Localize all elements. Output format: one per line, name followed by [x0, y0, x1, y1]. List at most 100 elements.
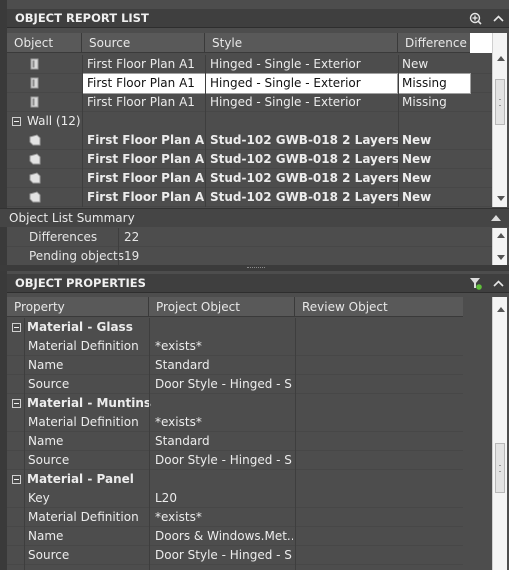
- collapse-toggle-icon[interactable]: [12, 475, 21, 484]
- property-group-row[interactable]: Material - Muntins: [7, 394, 463, 413]
- collapse-panel-icon[interactable]: [492, 12, 505, 25]
- object-properties-panel: OBJECT PROPERTIES Property Project Objec…: [0, 271, 509, 570]
- property-row[interactable]: Material Definition *exists*: [7, 337, 463, 356]
- properties-body: Material - Glass Material Definition *exis…: [7, 318, 463, 570]
- property-row[interactable]: Name Standard: [7, 432, 463, 451]
- property-name: Key: [28, 491, 50, 505]
- property-name: Material Definition: [28, 510, 139, 524]
- report-list-scrollbar[interactable]: [492, 33, 507, 207]
- header-corner: [470, 33, 492, 53]
- summary-row: Pending objects 19: [7, 247, 492, 266]
- project-object-value: L20: [155, 491, 177, 505]
- property-group-row[interactable]: Material - Glass: [7, 318, 463, 337]
- property-row[interactable]: Name Standard: [7, 356, 463, 375]
- project-object-value: Standard: [155, 358, 210, 372]
- project-object-value: *exists*: [155, 339, 202, 353]
- project-object-value: Door Style - Hinged - Si...: [155, 548, 293, 562]
- wall-group-label: Wall (12): [27, 114, 81, 128]
- property-name: Source: [28, 453, 70, 467]
- collapse-toggle-icon[interactable]: [12, 323, 21, 332]
- filter-icon[interactable]: [469, 277, 482, 290]
- row-difference: Missing: [402, 95, 447, 109]
- review-object-value: [297, 527, 463, 546]
- column-divider: [24, 318, 25, 570]
- column-project-object[interactable]: Project Object: [149, 297, 295, 317]
- column-difference[interactable]: Difference: [398, 33, 470, 53]
- table-row[interactable]: First Floor Plan A1 Hinged - Single - Ex…: [7, 55, 492, 74]
- property-name: Source: [28, 548, 70, 562]
- row-difference: New: [402, 133, 432, 147]
- chevron-up-icon[interactable]: [491, 215, 501, 221]
- properties-header: OBJECT PROPERTIES: [7, 274, 509, 293]
- table-row[interactable]: First Floor Plan A1 Stud-102 GWB-018 2 L…: [7, 188, 492, 207]
- scroll-up-arrow-icon[interactable]: [493, 52, 507, 66]
- summary-key: Pending objects: [29, 249, 125, 263]
- wall-icon: [29, 153, 41, 165]
- project-object-value: Door Style - Hinged - Si...: [155, 453, 293, 467]
- column-property[interactable]: Property: [7, 297, 149, 317]
- property-group-label: Material - Panel: [27, 472, 134, 486]
- scrollbar-thumb[interactable]: [495, 79, 505, 125]
- review-object-value: [297, 413, 463, 432]
- collapse-panel-icon[interactable]: [492, 277, 505, 290]
- collapse-toggle-icon[interactable]: [12, 117, 21, 126]
- collapse-toggle-icon[interactable]: [12, 399, 21, 408]
- summary-value: 22: [124, 230, 140, 244]
- properties-scrollbar[interactable]: [492, 297, 507, 570]
- property-row[interactable]: Material Definition *exists*: [7, 508, 463, 527]
- property-row[interactable]: Source Door Style - Hinged - Si...: [7, 451, 463, 470]
- row-source: First Floor Plan A1: [87, 57, 195, 71]
- row-source: First Floor Plan A1: [87, 152, 205, 166]
- property-row[interactable]: Material Definition *exists*: [7, 413, 463, 432]
- review-object-value: [297, 356, 463, 375]
- column-divider: [149, 318, 150, 570]
- wall-icon: [29, 191, 41, 203]
- summary-scrollbar[interactable]: [492, 228, 507, 265]
- scrollbar-thumb[interactable]: [495, 443, 505, 493]
- table-row-selected[interactable]: First Floor Plan A1 Hinged - Single - Ex…: [7, 73, 492, 94]
- property-name: Source: [28, 377, 70, 391]
- scroll-up-arrow-icon[interactable]: [493, 229, 507, 243]
- table-row[interactable]: First Floor Plan A1 Stud-102 GWB-018 2 L…: [7, 169, 492, 188]
- row-source: First Floor Plan A1: [87, 171, 205, 185]
- row-difference: New: [402, 171, 432, 185]
- column-divider: [398, 55, 399, 207]
- table-row[interactable]: First Floor Plan A1 Hinged - Single - Ex…: [7, 93, 492, 112]
- property-name: Name: [28, 434, 64, 448]
- property-name: Name: [28, 529, 64, 543]
- property-group-row[interactable]: Material - Panel: [7, 470, 463, 489]
- property-row[interactable]: Key L20: [7, 489, 463, 508]
- property-row[interactable]: Source Door Style - Hinged - Si...: [7, 375, 463, 394]
- splitter-grip-icon[interactable]: [247, 267, 265, 269]
- property-name: Material Definition: [28, 339, 139, 353]
- scroll-down-arrow-icon[interactable]: [493, 250, 507, 264]
- property-name: Name: [28, 358, 64, 372]
- door-icon: [30, 77, 39, 89]
- row-style: Stud-102 GWB-018 2 Layers E...: [210, 133, 398, 147]
- property-group-label: Material - Muntins: [27, 396, 152, 410]
- scroll-down-arrow-icon[interactable]: [493, 191, 507, 205]
- wall-group-row[interactable]: Wall (12): [7, 112, 492, 131]
- summary-value: 19: [124, 249, 140, 263]
- object-list-summary-bar[interactable]: Object List Summary: [0, 208, 509, 227]
- column-review-object[interactable]: Review Object: [295, 297, 463, 317]
- summary-row: Differences 22: [7, 228, 492, 247]
- report-list-title: OBJECT REPORT LIST: [15, 11, 149, 25]
- panel-left-edge: [0, 271, 7, 570]
- row-style: Stud-102 GWB-018 2 Layers E...: [210, 152, 398, 166]
- property-name: Material Definition: [28, 415, 139, 429]
- property-row[interactable]: Name Doors & Windows.Met...: [7, 527, 463, 546]
- column-object[interactable]: Object: [7, 33, 82, 53]
- summary-key: Differences: [29, 230, 98, 244]
- property-row[interactable]: Source Door Style - Hinged - Si...: [7, 546, 463, 565]
- table-row[interactable]: First Floor Plan A1 Stud-102 GWB-018 2 L…: [7, 131, 492, 150]
- column-style[interactable]: Style: [205, 33, 398, 53]
- object-report-list-panel: OBJECT REPORT LIST Object Source Style D…: [0, 0, 509, 266]
- zoom-in-icon[interactable]: [469, 12, 482, 25]
- review-object-value: [297, 432, 463, 451]
- project-object-value: *exists*: [155, 510, 202, 524]
- project-object-value: Standard: [155, 434, 210, 448]
- column-source[interactable]: Source: [82, 33, 205, 53]
- table-row[interactable]: First Floor Plan A1 Stud-102 GWB-018 2 L…: [7, 150, 492, 169]
- scroll-up-arrow-icon[interactable]: [493, 303, 507, 317]
